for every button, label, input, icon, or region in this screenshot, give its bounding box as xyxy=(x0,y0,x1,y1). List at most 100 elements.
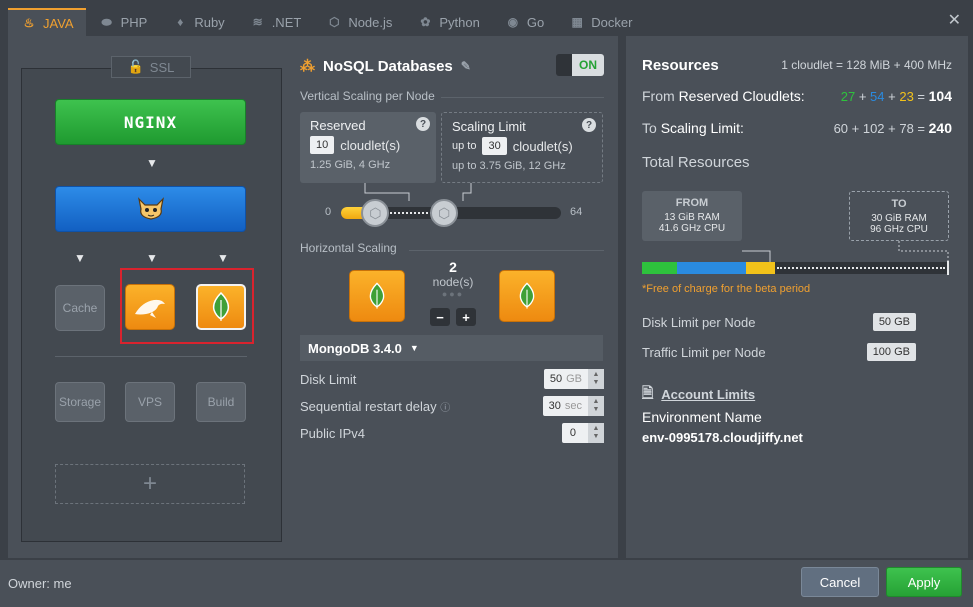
vertical-scaling-label: Vertical Scaling per Node xyxy=(300,89,435,103)
decrease-nodes-button[interactable]: − xyxy=(430,308,450,326)
disk-limit-per-node-row: Disk Limit per Node 50 GB xyxy=(642,313,916,331)
divider xyxy=(441,97,604,98)
account-limits-link[interactable]: 🗎 Account Limits xyxy=(642,382,755,406)
restart-delay-unit: sec xyxy=(564,400,582,412)
tab-label: Ruby xyxy=(194,14,225,30)
layer-on-toggle[interactable]: ON xyxy=(556,54,604,76)
restart-delay-input[interactable]: 30 sec ▲ ▼ xyxy=(542,396,604,416)
tab-ruby[interactable]: ♦ Ruby xyxy=(159,8,236,36)
reserved-unit: cloudlet(s) xyxy=(340,137,401,153)
tab-label: Python xyxy=(439,14,480,30)
account-limits-text: Account Limits xyxy=(661,386,756,402)
scaling-value: 30 xyxy=(488,140,501,152)
stepper-arrows-icon[interactable]: ▲ ▼ xyxy=(588,423,604,443)
minus-icon: − xyxy=(436,309,444,325)
disk-limit-value: 50 xyxy=(549,373,563,385)
reserved-total: 104 xyxy=(928,88,952,104)
cancel-button[interactable]: Cancel xyxy=(801,567,879,597)
tab-net[interactable]: ≋ .NET xyxy=(237,8,314,36)
version-select[interactable]: MongoDB 3.4.0 ▼ xyxy=(300,335,603,361)
build-node-button[interactable]: Build xyxy=(196,382,246,422)
tab-docker[interactable]: ▦ Docker xyxy=(556,8,644,36)
cancel-label: Cancel xyxy=(819,574,861,590)
disk-limit-input[interactable]: 50 GB ▲ ▼ xyxy=(543,369,604,389)
from-heading: FROM xyxy=(675,197,709,209)
traffic-limit-value: 100 GB xyxy=(866,343,916,361)
tab-java[interactable]: ♨ JAVA xyxy=(8,8,86,36)
cache-node-button[interactable]: Cache xyxy=(55,285,105,331)
ssl-toggle[interactable]: 🔓 SSL xyxy=(111,56,191,78)
public-ipv4-input[interactable]: 0 ▲ ▼ xyxy=(561,423,604,443)
drag-dots-icon: ●●● xyxy=(441,289,465,299)
reserved-sub: 1.25 GiB, 4 GHz xyxy=(310,159,391,171)
limit-values: 60 + 102 + 78 = xyxy=(833,121,926,136)
resource-limit-range xyxy=(777,267,945,269)
scaling-cloudlets-input[interactable]: 30 xyxy=(482,137,507,155)
cloudlet-info: 1 cloudlet = 128 MiB + 400 MHz xyxy=(781,58,952,72)
add-node-group-button[interactable]: + xyxy=(55,464,245,504)
to-ram: 30 GiB RAM xyxy=(871,213,927,224)
help-icon[interactable]: ? xyxy=(582,118,596,132)
dotnet-icon: ≋ xyxy=(252,15,263,29)
to-resources-box: TO 30 GiB RAM 96 GHz CPU xyxy=(849,191,949,241)
nginx-balancer-node[interactable]: NGINX xyxy=(55,99,246,145)
edit-pencil-icon[interactable]: ✎ xyxy=(461,59,471,73)
node-count-label: node(s) xyxy=(432,275,474,289)
resource-segment-2 xyxy=(676,262,746,274)
limit-slider-handle[interactable]: ⬡ xyxy=(430,199,459,227)
chevron-down-icon: ▼ xyxy=(409,343,419,353)
slider-max-label: 64 xyxy=(570,206,583,218)
increase-nodes-button[interactable]: + xyxy=(456,308,476,326)
arrow-down-icon: ▼ xyxy=(146,156,158,170)
scaling-sub-prefix: up to xyxy=(452,160,477,172)
selected-node-highlight xyxy=(120,268,254,344)
public-ipv4-value: 0 xyxy=(569,427,576,439)
tab-php[interactable]: ⬬ PHP xyxy=(86,8,160,36)
mongodb-node-2[interactable] xyxy=(499,270,555,322)
apply-button[interactable]: Apply xyxy=(886,567,962,597)
help-icon[interactable]: ? xyxy=(416,117,430,131)
public-ipv4-row: Public IPv4 0 ▲ ▼ xyxy=(300,423,604,443)
tab-python[interactable]: ✿ Python xyxy=(404,8,491,36)
storage-node-button[interactable]: Storage xyxy=(55,382,105,422)
layer-title-text: NoSQL Databases xyxy=(323,57,453,75)
storage-label: Storage xyxy=(58,395,102,409)
reserved-balancer-value: 27 xyxy=(840,89,856,104)
public-ipv4-label: Public IPv4 xyxy=(300,425,366,441)
reserved-cloudlets-input[interactable]: 10 xyxy=(310,136,335,154)
tomcat-app-server-node[interactable] xyxy=(55,186,246,232)
tab-nodejs[interactable]: ⬡ Node.js xyxy=(313,8,404,36)
tab-go[interactable]: ◉ Go xyxy=(492,8,556,36)
total-resources-bar xyxy=(642,261,949,275)
stepper-arrows-icon[interactable]: ▲ ▼ xyxy=(588,396,604,416)
close-icon[interactable]: ✕ xyxy=(948,10,961,30)
node-config-panel: ⁂ NoSQL Databases ✎ ON Vertical Scaling … xyxy=(291,36,618,558)
beta-note: *Free of charge for the beta period xyxy=(642,283,811,295)
vps-node-button[interactable]: VPS xyxy=(125,382,175,422)
version-value: MongoDB 3.4.0 xyxy=(308,340,402,356)
lock-icon: 🔓 xyxy=(127,59,144,74)
help-icon[interactable]: ⓘ xyxy=(440,403,450,414)
mongodb-node-1[interactable] xyxy=(349,270,405,322)
to-heading: TO xyxy=(891,198,907,210)
arrow-down-icon: ▼ xyxy=(146,251,158,265)
disk-limit-unit: GB xyxy=(566,373,582,385)
traffic-limit-label: Traffic Limit per Node xyxy=(642,344,766,360)
mongodb-leaf-icon xyxy=(369,282,385,309)
divider xyxy=(409,250,604,251)
limit-label: Scaling Limit: xyxy=(660,120,744,136)
nodes-icon: ⁂ xyxy=(300,58,315,75)
scaling-limit-card: Scaling Limit ? up to 30 cloudlet(s) up … xyxy=(441,112,603,183)
ruby-icon: ♦ xyxy=(177,15,184,29)
plus-icon: + xyxy=(142,470,157,497)
reserved-pre: From xyxy=(642,88,679,104)
reserved-app-value: 54 xyxy=(870,89,885,104)
stepper-arrows-icon[interactable]: ▲ ▼ xyxy=(588,369,604,389)
restart-delay-row: Sequential restart delay ⓘ 30 sec ▲ ▼ xyxy=(300,396,604,416)
go-icon: ◉ xyxy=(507,15,519,29)
reserved-slider-handle[interactable]: ⬡ xyxy=(361,199,390,227)
nodejs-icon: ⬡ xyxy=(329,15,340,29)
arrow-down-icon: ▼ xyxy=(74,251,86,265)
disk-limit-per-node-value: 50 GB xyxy=(872,313,916,331)
traffic-limit-per-node-row: Traffic Limit per Node 100 GB xyxy=(642,343,916,361)
